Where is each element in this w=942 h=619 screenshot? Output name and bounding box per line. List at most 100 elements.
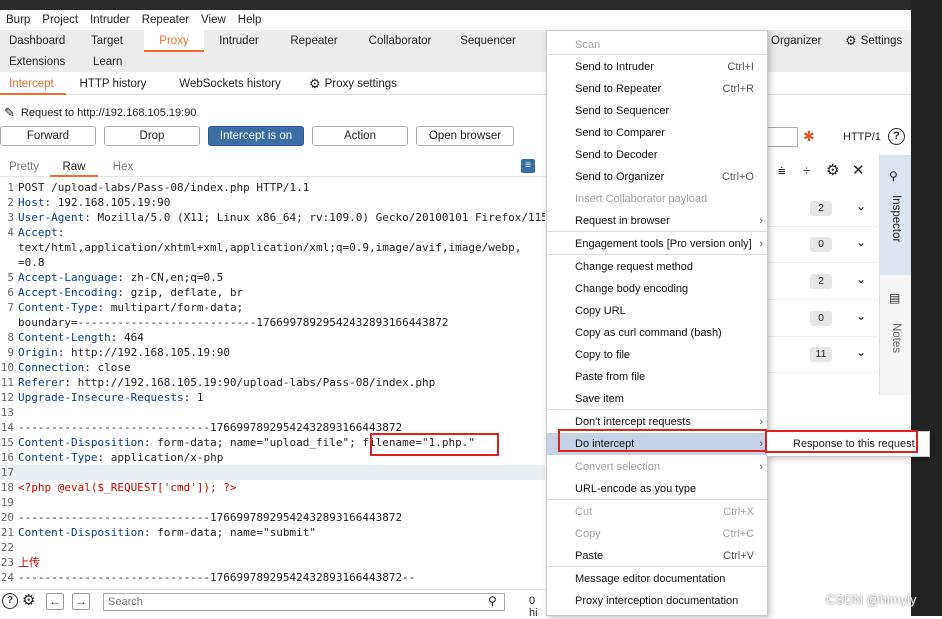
menu-item-change-body-encoding[interactable]: Change body encoding [547, 278, 767, 300]
arrow-left-icon[interactable]: ← [46, 593, 64, 610]
chevron-down-icon: ⌄ [856, 272, 867, 286]
line-text: -----------------------------17669978929… [18, 571, 416, 584]
tab-dashboard[interactable]: Dashboard [0, 30, 70, 52]
menu-item-scan: Scan [547, 34, 767, 56]
list-icon[interactable]: ≡ [521, 159, 535, 173]
help-icon[interactable]: ? [888, 128, 905, 145]
tab-repeater[interactable]: Repeater [274, 30, 354, 52]
menu-item-paste-from-file[interactable]: Paste from file [547, 366, 767, 388]
menu-repeater[interactable]: Repeater [136, 14, 195, 26]
menu-burp[interactable]: Burp [0, 14, 36, 26]
header-separator: : [84, 361, 98, 374]
menu-item-engagement-tools-pro-version-only[interactable]: Engagement tools [Pro version only] › [547, 233, 767, 255]
request-editor[interactable]: 1 POST /upload-labs/Pass-08/index.php HTT… [0, 180, 545, 588]
menu-item-message-editor-documentation[interactable]: Message editor documentation [547, 568, 767, 590]
menu-item-label: URL-encode as you type [575, 483, 697, 495]
search-input[interactable] [103, 593, 505, 611]
colorful-highlight-icon[interactable]: ✱ [803, 128, 815, 145]
open-browser-button[interactable]: Open browser [416, 126, 514, 146]
menu-item-paste[interactable]: Paste Ctrl+V [547, 545, 767, 567]
shortcut-label: Ctrl+O [721, 171, 754, 183]
shortcut-label: Ctrl+C [722, 528, 754, 540]
close-icon[interactable]: ✕ [852, 161, 865, 179]
line-number: 5 [7, 271, 14, 284]
menu-item-change-request-method[interactable]: Change request method [547, 256, 767, 278]
menu-project[interactable]: Project [36, 14, 84, 26]
tab-collaborator[interactable]: Collaborator [354, 30, 446, 52]
tab-target[interactable]: Target [70, 30, 144, 52]
header-value: close [97, 361, 131, 374]
menu-item-copy-to-file[interactable]: Copy to file [547, 344, 767, 366]
header-value: 1 [196, 391, 204, 404]
tab-organizer[interactable]: Organizer [762, 30, 831, 52]
editor-line: 23 上传 [0, 555, 545, 570]
intercept-toggle-button[interactable]: Intercept is on [208, 126, 304, 146]
menu-item-copy-as-curl-command-bash[interactable]: Copy as curl command (bash) [547, 322, 767, 344]
shortcut-label: Ctrl+X [723, 506, 754, 518]
menu-item-proxy-interception-documentation[interactable]: Proxy interception documentation [547, 590, 767, 612]
tab-proxy-settings[interactable]: ⚙ Proxy settings [300, 73, 406, 95]
forward-button[interactable]: Forward [0, 126, 96, 146]
count-badge: 0 [810, 237, 832, 252]
gear-icon[interactable]: ⚙ [826, 161, 839, 179]
menu-item-label: Convert selection [575, 461, 660, 473]
menu-item-send-to-organizer[interactable]: Send to Organizer Ctrl+O [547, 166, 767, 188]
header-name: Content-Type [18, 451, 98, 464]
action-button[interactable]: Action [312, 126, 408, 146]
menu-item-send-to-comparer[interactable]: Send to Comparer [547, 122, 767, 144]
tab-learn[interactable]: Learn [84, 52, 131, 72]
url-filter-field[interactable] [768, 127, 798, 147]
menu-item-save-item[interactable]: Save item [547, 388, 767, 410]
menu-item-request-in-browser[interactable]: Request in browser › [547, 210, 767, 232]
menu-item-label: Don't intercept requests [575, 416, 691, 428]
pencil-icon[interactable]: ✎ [4, 105, 15, 121]
tab-hex[interactable]: Hex [98, 157, 148, 177]
tab-websockets-history[interactable]: WebSockets history [160, 73, 300, 95]
http-version-label[interactable]: HTTP/1 [843, 131, 881, 143]
drop-button[interactable]: Drop [104, 126, 200, 146]
tab-notes[interactable]: ▤ Notes [880, 285, 911, 385]
inspector-section-cookies[interactable]: 2 ⌄ [768, 264, 878, 300]
side-tab-bar: ⚲ Inspector ▤ Notes [879, 155, 911, 395]
tab-inspector[interactable]: ⚲ Inspector [880, 155, 911, 275]
menu-item-label: Scan [575, 39, 601, 51]
help-icon[interactable]: ? [2, 593, 18, 609]
header-value: http://192.168.105.19:90 [71, 346, 230, 359]
menu-item-send-to-sequencer[interactable]: Send to Sequencer [547, 100, 767, 122]
inspector-section-body[interactable]: 0 ⌄ [768, 227, 878, 263]
arrow-right-icon[interactable]: → [72, 593, 90, 610]
tab-sequencer[interactable]: Sequencer [446, 30, 530, 52]
tab-http-history[interactable]: HTTP history [66, 73, 160, 95]
menu-item-copy: Copy Ctrl+C [547, 523, 767, 545]
menu-item-convert-selection: Convert selection › [547, 456, 767, 478]
tab-pretty[interactable]: Pretty [0, 157, 50, 177]
menu-item-label: Send to Repeater [575, 83, 662, 95]
line-number: 1 [7, 181, 14, 194]
chevron-right-icon: › [759, 215, 763, 227]
menu-item-copy-url[interactable]: Copy URL [547, 300, 767, 322]
inspector-section-query[interactable]: 2 ⌄ [768, 191, 878, 227]
highlight-box-filename [370, 433, 499, 456]
tab-intercept[interactable]: Intercept [0, 73, 66, 95]
tab-extensions[interactable]: Extensions [0, 52, 84, 72]
header-value: multipart/form-data; [110, 301, 244, 314]
menu-item-send-to-decoder[interactable]: Send to Decoder [547, 144, 767, 166]
tab-raw[interactable]: Raw [50, 157, 98, 177]
menu-help[interactable]: Help [232, 14, 268, 26]
inspector-section-attributes[interactable]: 0 ⌄ [768, 301, 878, 337]
tab-intruder[interactable]: Intruder [204, 30, 274, 52]
request-target: ✎ Request to http://192.168.105.19:90 [0, 103, 196, 123]
menu-item-label: Send to Comparer [575, 127, 665, 139]
menu-view[interactable]: View [195, 14, 232, 26]
menu-intruder[interactable]: Intruder [84, 14, 136, 26]
header-separator: : [117, 271, 131, 284]
align-center-icon[interactable]: ÷ [803, 163, 810, 178]
tab-proxy[interactable]: Proxy [144, 30, 204, 52]
menu-item-url-encode-as-you-type[interactable]: URL-encode as you type [547, 478, 767, 500]
gear-icon[interactable]: ⚙ [22, 591, 35, 609]
align-top-icon[interactable]: ⩧ [778, 163, 786, 179]
tab-settings[interactable]: ⚙ Settings [836, 30, 911, 52]
inspector-section-headers[interactable]: 11 ⌄ [768, 337, 878, 373]
menu-item-send-to-repeater[interactable]: Send to Repeater Ctrl+R [547, 78, 767, 100]
menu-item-send-to-intruder[interactable]: Send to Intruder Ctrl+I [547, 56, 767, 78]
